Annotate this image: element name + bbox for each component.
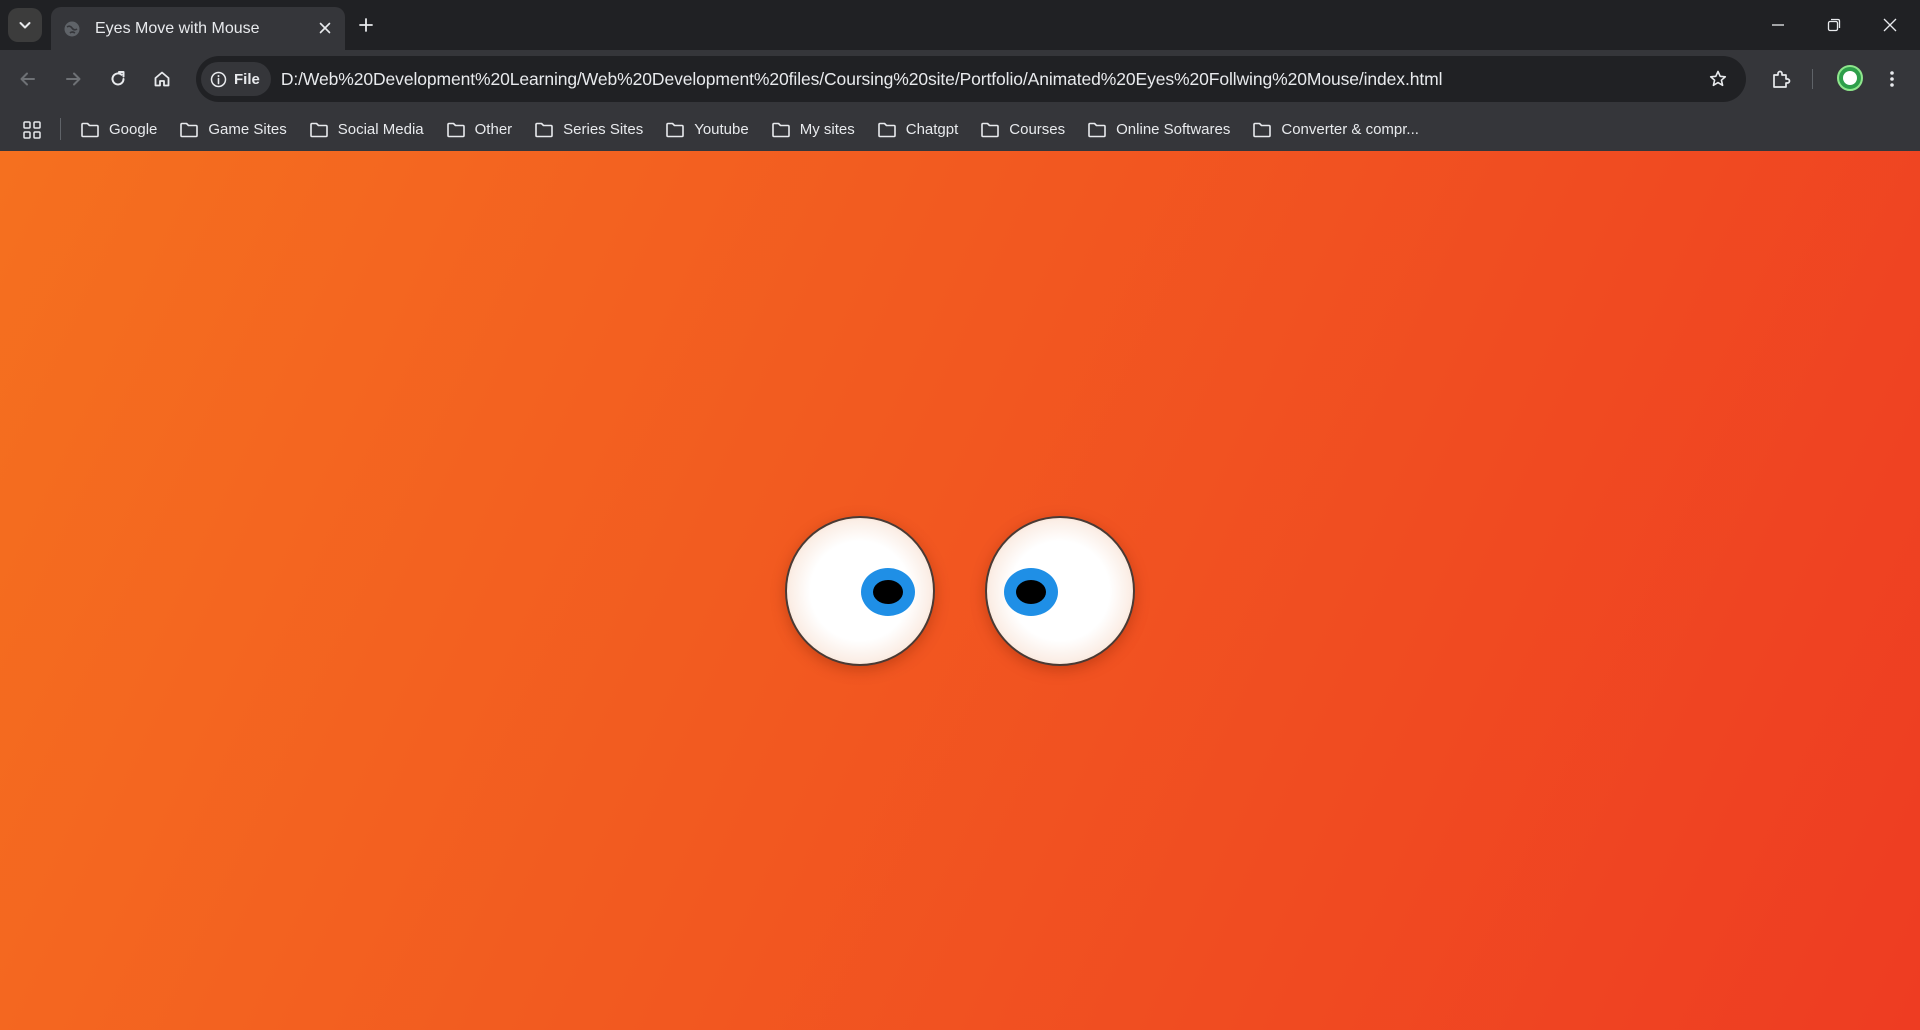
- bookmark-star-button[interactable]: [1704, 65, 1732, 93]
- home-button[interactable]: [144, 61, 180, 97]
- bookmark-folder-list: Google Game Sites Social Media Other Series …: [80, 108, 1441, 151]
- folder-icon: [534, 121, 554, 139]
- site-chip-label: File: [234, 70, 260, 88]
- bookmark-folder[interactable]: Youtube: [665, 114, 761, 146]
- folder-icon: [771, 121, 791, 139]
- apps-button[interactable]: [20, 118, 44, 142]
- bookmark-folder[interactable]: Courses: [980, 114, 1077, 146]
- bookmark-folder[interactable]: Social Media: [309, 114, 436, 146]
- right-pupil: [1016, 580, 1046, 604]
- more-vertical-icon: [1890, 71, 1894, 87]
- bookmark-folder-label: Youtube: [694, 121, 749, 138]
- folder-icon: [309, 121, 329, 139]
- reload-icon: [111, 71, 125, 86]
- bookmark-folder-label: Other: [474, 121, 513, 138]
- close-icon: [319, 22, 331, 34]
- folder-icon: [1087, 121, 1107, 139]
- left-eye: [785, 516, 935, 666]
- folder-icon: [877, 121, 897, 139]
- right-eye: [985, 516, 1135, 666]
- url-text[interactable]: D:/Web%20Development%20Learning/Web%20De…: [281, 69, 1443, 90]
- bookmark-folder[interactable]: Chatgpt: [877, 114, 971, 146]
- plus-icon: [359, 18, 373, 32]
- tab-title: Eyes Move with Mouse: [95, 19, 260, 37]
- chevron-down-icon: [19, 22, 31, 29]
- folder-icon: [980, 121, 1000, 139]
- bookmark-folder-label: My sites: [799, 121, 855, 138]
- bookmark-folder-label: Social Media: [337, 121, 424, 138]
- profile-avatar[interactable]: [1837, 65, 1863, 91]
- toolbar-divider: [1812, 69, 1813, 89]
- bookmark-folder-label: Online Softwares: [1116, 121, 1231, 138]
- folder-icon: [446, 121, 466, 139]
- folder-icon: [665, 121, 685, 139]
- bookmark-folder[interactable]: Series Sites: [534, 114, 655, 146]
- folder-icon: [179, 121, 199, 139]
- tab-search-button[interactable]: [8, 8, 42, 42]
- address-bar[interactable]: File D:/Web%20Development%20Learning/Web…: [196, 56, 1746, 102]
- bookmark-folder-label: Courses: [1009, 121, 1066, 138]
- back-button[interactable]: [10, 61, 46, 97]
- bookmark-folder-label: Converter & compr...: [1281, 121, 1419, 138]
- bookmark-folder[interactable]: Game Sites: [179, 114, 298, 146]
- tab-strip: Eyes Move with Mouse: [0, 0, 1920, 50]
- bookmark-folder-label: Google: [109, 121, 158, 138]
- menu-button[interactable]: [1874, 61, 1910, 97]
- bookmark-folder-label: Chatgpt: [905, 121, 959, 138]
- bookmark-folder-label: Game Sites: [208, 121, 287, 138]
- minimize-icon: [1772, 24, 1784, 26]
- active-tab[interactable]: Eyes Move with Mouse: [51, 7, 345, 50]
- minimize-button[interactable]: [1750, 0, 1806, 50]
- bookmark-folder[interactable]: Online Softwares: [1087, 114, 1242, 146]
- left-pupil: [873, 580, 903, 604]
- home-icon: [154, 71, 170, 87]
- restore-icon: [1827, 18, 1841, 32]
- globe-icon: [63, 20, 81, 38]
- star-icon: [1709, 70, 1727, 87]
- folder-icon: [1252, 121, 1272, 139]
- apps-grid-icon: [23, 121, 41, 139]
- browser-toolbar: File D:/Web%20Development%20Learning/Web…: [0, 50, 1920, 108]
- folder-icon: [80, 121, 100, 139]
- bookmark-folder[interactable]: Other: [446, 114, 525, 146]
- reload-button[interactable]: [100, 61, 136, 97]
- right-iris: [1004, 568, 1058, 616]
- bookmark-folder[interactable]: My sites: [771, 114, 867, 146]
- restore-button[interactable]: [1806, 0, 1862, 50]
- page-viewport[interactable]: [0, 151, 1920, 1030]
- puzzle-icon: [1773, 70, 1791, 88]
- bookmarks-bar: Google Game Sites Social Media Other Series …: [0, 108, 1920, 151]
- left-iris: [861, 568, 915, 616]
- forward-button[interactable]: [55, 61, 91, 97]
- close-tab-button[interactable]: [315, 18, 335, 38]
- bookmark-folder[interactable]: Google: [80, 114, 169, 146]
- bookmark-folder-label: Series Sites: [563, 121, 644, 138]
- info-icon: [210, 71, 227, 87]
- close-window-button[interactable]: [1862, 0, 1918, 50]
- arrow-right-icon: [66, 72, 81, 86]
- site-info-button[interactable]: File: [201, 62, 271, 96]
- bookmarks-divider: [60, 118, 61, 140]
- close-icon: [1883, 18, 1897, 32]
- bookmark-folder[interactable]: Converter & compr...: [1252, 114, 1431, 146]
- extensions-button[interactable]: [1763, 61, 1799, 97]
- arrow-left-icon: [20, 72, 35, 86]
- new-tab-button[interactable]: [352, 11, 380, 39]
